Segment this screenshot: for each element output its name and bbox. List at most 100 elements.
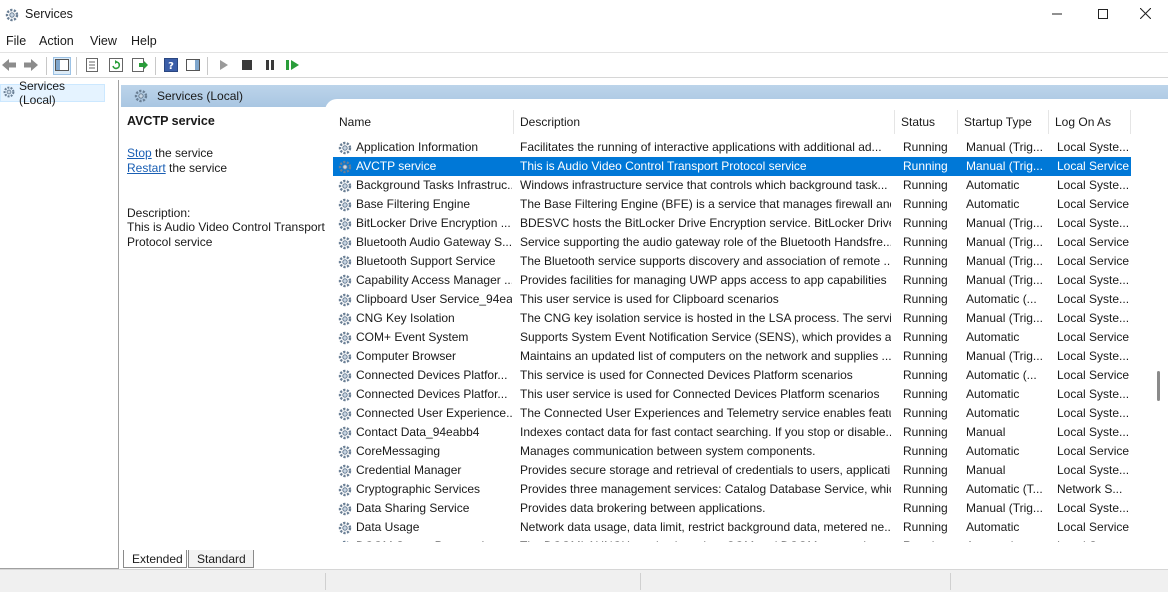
- column-startup-label: Startup Type: [964, 115, 1032, 129]
- column-header-description[interactable]: Description: [514, 110, 895, 134]
- close-icon: [1139, 7, 1151, 22]
- tab-standard[interactable]: Standard: [188, 550, 254, 568]
- service-description-cell: Windows infrastructure service that cont…: [520, 178, 888, 192]
- service-log-on-as-cell: Local Service: [1057, 235, 1130, 249]
- service-status-cell: Running: [903, 330, 948, 344]
- tab-extended[interactable]: Extended: [123, 550, 187, 568]
- tree-item-services-local[interactable]: Services (Local): [0, 79, 105, 107]
- service-log-on-as-cell: Local Syste...: [1057, 537, 1133, 542]
- stop-service-button[interactable]: [238, 57, 256, 75]
- service-name-cell: COM+ Event System: [356, 330, 469, 344]
- service-gear-icon: [337, 520, 353, 536]
- service-description-cell: Network data usage, data limit, restrict…: [520, 520, 891, 534]
- service-status-cell: Running: [903, 159, 948, 173]
- table-row[interactable]: CNG Key Isolation The CNG key isolation s…: [333, 309, 1131, 328]
- service-startup-type-cell: Automatic: [966, 330, 1020, 344]
- service-startup-type-cell: Manual (Trig...: [966, 349, 1043, 363]
- start-service-button[interactable]: [215, 57, 233, 75]
- service-log-on-as-cell: Local Service: [1057, 197, 1130, 211]
- forward-button[interactable]: [22, 57, 40, 75]
- table-row[interactable]: Data Sharing Service Provides data broker…: [333, 499, 1131, 518]
- pause-service-button[interactable]: [261, 57, 279, 75]
- table-row[interactable]: Capability Access Manager ... Provides fa…: [333, 271, 1131, 290]
- table-row[interactable]: Application Information Facilitates the r…: [333, 138, 1131, 157]
- service-startup-type-cell: Automatic: [966, 537, 1050, 542]
- service-log-on-as-cell: Local Syste...: [1057, 311, 1130, 325]
- service-name-cell: Clipboard User Service_94ea...: [356, 292, 512, 306]
- description-label: Description:: [127, 206, 191, 220]
- menu-bar: File Action View Help: [0, 30, 1168, 52]
- column-header-status[interactable]: ^ Status: [895, 110, 958, 134]
- table-row[interactable]: Connected Devices Platfor... This service…: [333, 366, 1131, 385]
- show-hide-console-tree-button[interactable]: [53, 57, 71, 75]
- service-description-cell: This service is used for Connected Devic…: [520, 368, 853, 382]
- table-row[interactable]: Base Filtering Engine The Base Filtering …: [333, 195, 1131, 214]
- menu-file[interactable]: File: [6, 34, 26, 48]
- service-description-cell: This is Audio Video Control Transport Pr…: [520, 159, 807, 173]
- stop-link-suffix: the service: [151, 146, 214, 160]
- table-row[interactable]: Computer Browser Maintains an updated lis…: [333, 347, 1131, 366]
- show-hide-action-pane-button[interactable]: [184, 57, 202, 75]
- table-row[interactable]: Bluetooth Support Service The Bluetooth s…: [333, 252, 1131, 271]
- table-row[interactable]: DCOM Server Process Laun... The DCOMLAUNC…: [333, 537, 1131, 542]
- help-button[interactable]: ?: [162, 57, 180, 75]
- maximize-button[interactable]: [1080, 0, 1126, 30]
- service-log-on-as-cell: Local Syste...: [1057, 349, 1130, 363]
- stop-service-link[interactable]: Stop: [127, 146, 152, 160]
- menu-help[interactable]: Help: [131, 34, 157, 48]
- service-gear-icon: [337, 273, 353, 289]
- service-log-on-as-cell: Local Syste...: [1057, 501, 1130, 515]
- properties-sheet-button[interactable]: [83, 57, 101, 75]
- table-row[interactable]: Contact Data_94eabb4 Indexes contact data…: [333, 423, 1131, 442]
- table-row[interactable]: BitLocker Drive Encryption ... BDESVC hos…: [333, 214, 1131, 233]
- service-startup-type-cell: Manual (Trig...: [966, 501, 1043, 515]
- table-row[interactable]: Data Usage Network data usage, data limit…: [333, 518, 1131, 537]
- restart-service-link[interactable]: Restart: [127, 161, 166, 175]
- service-gear-icon: [337, 216, 353, 232]
- service-log-on-as-cell: Local Service: [1057, 444, 1130, 458]
- service-status-cell: Running: [903, 520, 948, 534]
- vertical-scrollbar[interactable]: [1157, 371, 1160, 401]
- minimize-button[interactable]: [1034, 0, 1080, 30]
- services-gear-icon: [4, 7, 20, 23]
- service-name-cell: CoreMessaging: [356, 444, 441, 458]
- column-logon-label: Log On As: [1055, 115, 1112, 129]
- table-row[interactable]: Clipboard User Service_94ea... This user …: [333, 290, 1131, 309]
- service-status-cell: Running: [903, 482, 948, 496]
- table-row[interactable]: Cryptographic Services Provides three man…: [333, 480, 1131, 499]
- service-startup-type-cell: Manual (Trig...: [966, 159, 1043, 173]
- table-row[interactable]: COM+ Event System Supports System Event N…: [333, 328, 1131, 347]
- table-row[interactable]: Bluetooth Audio Gateway S... Service supp…: [333, 233, 1131, 252]
- service-name-cell: Connected Devices Platfor...: [356, 387, 508, 401]
- table-row[interactable]: Connected User Experience... The Connecte…: [333, 404, 1131, 423]
- column-header-name[interactable]: Name: [333, 110, 514, 134]
- menu-view[interactable]: View: [90, 34, 117, 48]
- table-row[interactable]: Connected Devices Platfor... This user se…: [333, 385, 1131, 404]
- service-gear-icon: [337, 330, 353, 346]
- service-log-on-as-cell: Local Syste...: [1057, 216, 1130, 230]
- refresh-button[interactable]: [107, 57, 125, 75]
- service-status-cell: Running: [903, 537, 957, 542]
- service-log-on-as-cell: Local Syste...: [1057, 463, 1130, 477]
- service-status-cell: Running: [903, 444, 948, 458]
- column-header-log-on-as[interactable]: Log On As: [1049, 110, 1131, 134]
- table-row[interactable]: CoreMessaging Manages communication betwe…: [333, 442, 1131, 461]
- table-row[interactable]: AVCTP service This is Audio Video Control…: [333, 157, 1131, 176]
- service-gear-icon: [337, 425, 353, 441]
- service-name-cell: Contact Data_94eabb4: [356, 425, 480, 439]
- menu-action[interactable]: Action: [39, 34, 74, 48]
- table-row[interactable]: Credential Manager Provides secure storag…: [333, 461, 1131, 480]
- back-button[interactable]: [0, 57, 18, 75]
- service-description-cell: Maintains an updated list of computers o…: [520, 349, 891, 363]
- restart-service-button[interactable]: [284, 57, 302, 75]
- service-status-cell: Running: [903, 178, 948, 192]
- service-description-cell: This user service is used for Clipboard …: [520, 292, 779, 306]
- column-header-startup-type[interactable]: Startup Type: [958, 110, 1049, 134]
- export-list-button[interactable]: [131, 57, 149, 75]
- selected-service-title: AVCTP service: [127, 114, 215, 128]
- services-gear-icon: [2, 85, 16, 102]
- services-rows: Application Information Facilitates the r…: [333, 138, 1151, 542]
- service-gear-icon: [337, 254, 353, 270]
- table-row[interactable]: Background Tasks Infrastruc... Windows in…: [333, 176, 1131, 195]
- close-button[interactable]: [1122, 0, 1168, 30]
